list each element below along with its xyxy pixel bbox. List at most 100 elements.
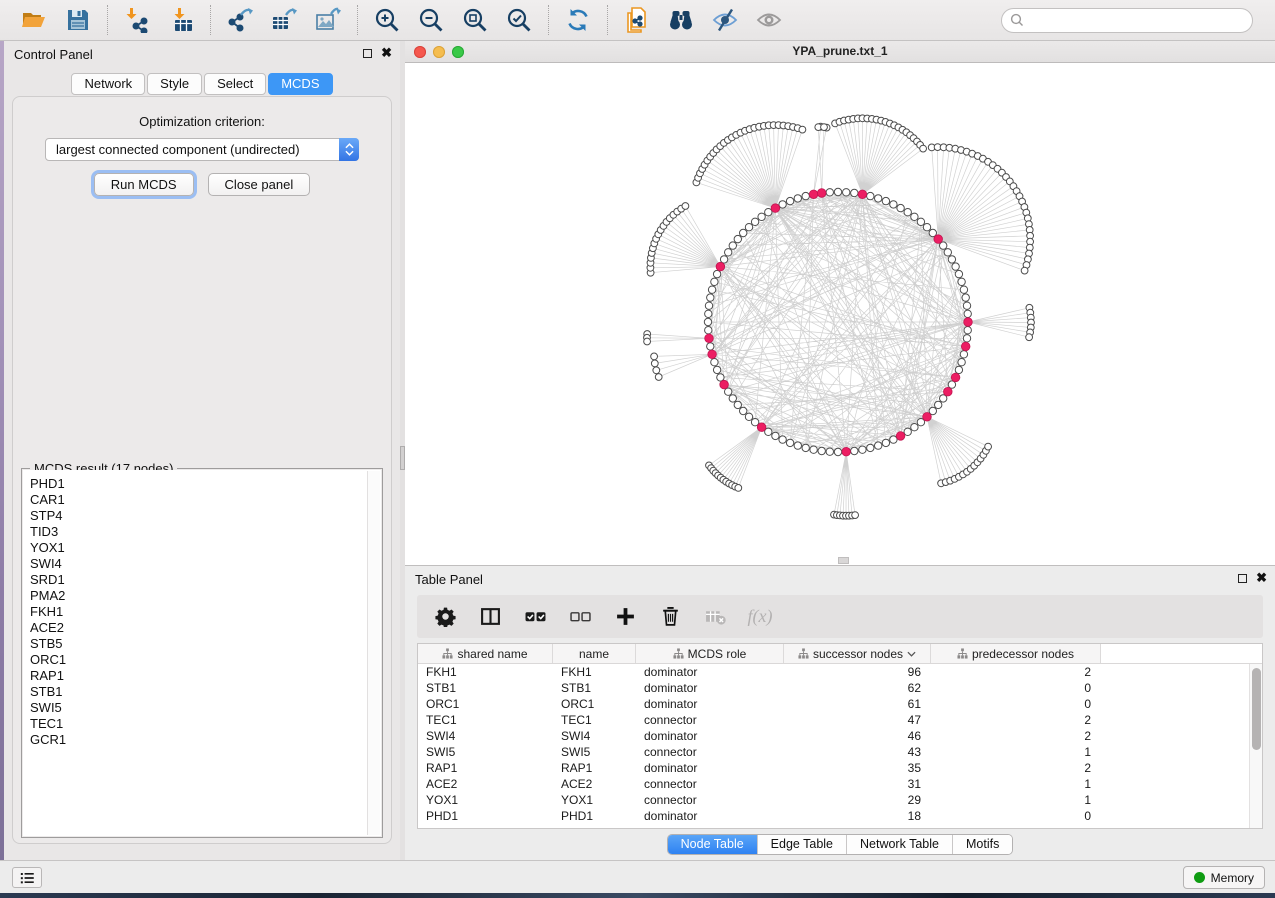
mcds-network-node[interactable] [964, 318, 973, 327]
mcds-result-item[interactable]: STP4 [30, 508, 381, 524]
network-node[interactable] [682, 203, 689, 210]
tab-network[interactable]: Network [71, 73, 145, 95]
run-mcds-button[interactable]: Run MCDS [94, 173, 194, 196]
network-node[interactable] [799, 126, 806, 133]
network-node[interactable] [734, 401, 741, 408]
network-node[interactable] [794, 195, 801, 202]
network-node[interactable] [720, 256, 727, 263]
mcds-result-item[interactable]: STB5 [30, 636, 381, 652]
network-node[interactable] [935, 401, 942, 408]
network-node[interactable] [944, 249, 951, 256]
function-builder-button[interactable]: f(x) [748, 605, 772, 629]
network-node[interactable] [962, 294, 969, 301]
memory-button[interactable]: Memory [1183, 866, 1265, 889]
mcds-result-item[interactable]: FKH1 [30, 604, 381, 620]
tab-network-table[interactable]: Network Table [846, 835, 952, 854]
mcds-network-node[interactable] [705, 334, 714, 343]
network-node[interactable] [802, 192, 809, 199]
table-row[interactable]: SWI4SWI4dominator462 [418, 728, 1262, 744]
network-node[interactable] [707, 294, 714, 301]
mcds-result-item[interactable]: ORC1 [30, 652, 381, 668]
tab-edge-table[interactable]: Edge Table [757, 835, 846, 854]
binoculars-button[interactable] [659, 3, 703, 37]
table-row[interactable]: ORC1ORC1dominator610 [418, 696, 1262, 712]
close-panel-button[interactable]: Close panel [208, 173, 311, 196]
network-node[interactable] [644, 338, 651, 345]
mcds-network-node[interactable] [923, 413, 932, 422]
network-node[interactable] [875, 195, 882, 202]
network-node[interactable] [826, 189, 833, 196]
mcds-result-item[interactable]: STB1 [30, 684, 381, 700]
zoom-fit-button[interactable] [453, 3, 497, 37]
table-row[interactable]: YOX1YOX1connector291 [418, 792, 1262, 808]
network-node[interactable] [810, 446, 817, 453]
network-node[interactable] [729, 242, 736, 249]
mcds-network-node[interactable] [951, 373, 960, 382]
network-node[interactable] [960, 351, 967, 358]
network-node[interactable] [923, 224, 930, 231]
network-node[interactable] [911, 213, 918, 220]
network-node[interactable] [818, 447, 825, 454]
network-node[interactable] [711, 278, 718, 285]
mcds-list-scrollbar[interactable] [367, 471, 380, 835]
mcds-result-item[interactable]: SWI4 [30, 556, 381, 572]
table-row[interactable]: TEC1TEC1connector472 [418, 712, 1262, 728]
mcds-network-node[interactable] [757, 423, 766, 432]
network-node[interactable] [653, 367, 660, 374]
network-node[interactable] [955, 270, 962, 277]
network-node[interactable] [948, 381, 955, 388]
delete-button[interactable] [658, 605, 682, 629]
mcds-network-node[interactable] [720, 380, 729, 389]
network-node[interactable] [958, 359, 965, 366]
column-header-name[interactable]: name [553, 644, 636, 663]
network-node[interactable] [707, 343, 714, 350]
network-node[interactable] [786, 197, 793, 204]
mcds-network-node[interactable] [934, 235, 943, 244]
gear-button[interactable] [433, 605, 457, 629]
network-node[interactable] [765, 209, 772, 216]
network-node[interactable] [911, 424, 918, 431]
network-node[interactable] [963, 302, 970, 309]
network-node[interactable] [717, 374, 724, 381]
close-panel-icon[interactable]: ✖ [381, 48, 392, 58]
network-node[interactable] [758, 213, 765, 220]
zoom-in-button[interactable] [365, 3, 409, 37]
table-row[interactable]: STB1STB1dominator620 [418, 680, 1262, 696]
tab-select[interactable]: Select [204, 73, 266, 95]
network-node[interactable] [948, 256, 955, 263]
network-node[interactable] [963, 335, 970, 342]
network-node[interactable] [904, 209, 911, 216]
network-node[interactable] [960, 286, 967, 293]
tab-motifs[interactable]: Motifs [952, 835, 1012, 854]
table-row[interactable]: RAP1RAP1dominator352 [418, 760, 1262, 776]
network-node[interactable] [740, 407, 747, 414]
network-node[interactable] [821, 124, 828, 131]
mcds-result-item[interactable]: PHD1 [30, 476, 381, 492]
network-node[interactable] [740, 229, 747, 236]
network-node[interactable] [897, 204, 904, 211]
mcds-result-item[interactable]: RAP1 [30, 668, 381, 684]
network-node[interactable] [834, 448, 841, 455]
network-node[interactable] [904, 428, 911, 435]
import-network-button[interactable] [115, 3, 159, 37]
column-header-successor-nodes[interactable]: successor nodes [784, 644, 931, 663]
network-node[interactable] [851, 189, 858, 196]
table-row[interactable]: PHD1PHD1dominator180 [418, 808, 1262, 824]
network-node[interactable] [725, 388, 732, 395]
search-input[interactable] [1001, 8, 1253, 33]
tab-node-table[interactable]: Node Table [668, 835, 757, 854]
network-node[interactable] [867, 444, 874, 451]
add-button[interactable] [613, 605, 637, 629]
network-node[interactable] [802, 444, 809, 451]
table-row[interactable]: ACE2ACE2connector311 [418, 776, 1262, 792]
columns-button[interactable] [478, 605, 502, 629]
network-node[interactable] [713, 366, 720, 373]
network-node[interactable] [725, 249, 732, 256]
network-node[interactable] [882, 439, 889, 446]
mcds-network-node[interactable] [944, 387, 953, 396]
mcds-network-node[interactable] [708, 350, 717, 359]
canvas-splitter-handle[interactable] [838, 557, 849, 564]
network-node[interactable] [1026, 334, 1033, 341]
network-node[interactable] [826, 448, 833, 455]
import-table-button[interactable] [159, 3, 203, 37]
